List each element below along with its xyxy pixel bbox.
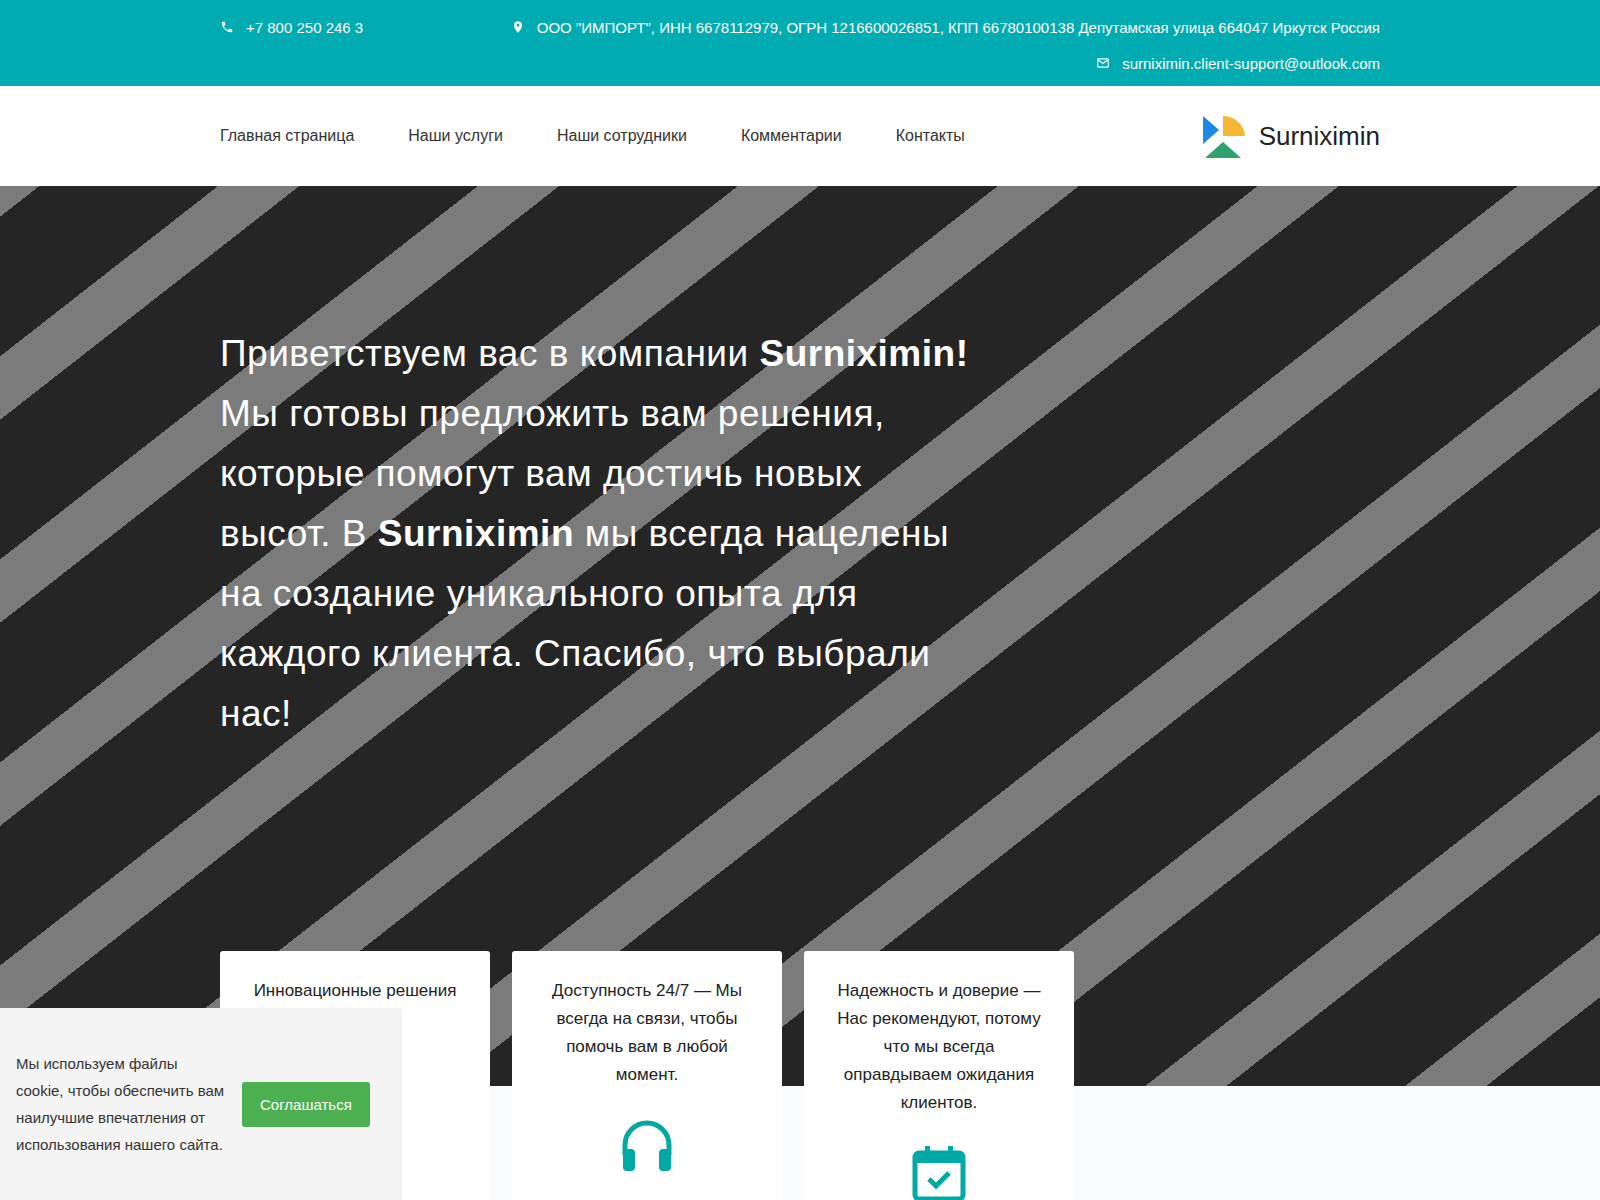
nav-bar: Главная страница Наши услуги Наши сотрудни… (0, 86, 1600, 186)
email[interactable]: surniximin.client-support@outlook.com (1096, 55, 1380, 72)
phone-icon (220, 20, 234, 34)
logo[interactable]: Surniximin (1201, 112, 1380, 160)
cookie-banner: Мы используем файлы cookie, чтобы обеспе… (0, 1008, 402, 1200)
headphones-icon (617, 1115, 677, 1175)
location-icon (511, 20, 525, 34)
hero-title: Приветствуем вас в компании Surniximin! … (220, 186, 970, 744)
nav-link[interactable]: Комментарии (741, 127, 842, 145)
page: +7 800 250 246 3 ООО "ИМПОРТ", ИНН 667811… (0, 0, 1600, 1200)
top-bar: +7 800 250 246 3 ООО "ИМПОРТ", ИНН 667811… (0, 0, 1600, 86)
nav-link[interactable]: Наши услуги (408, 127, 503, 145)
mail-icon (1096, 56, 1110, 70)
nav-link[interactable]: Наши сотрудники (557, 127, 687, 145)
feature-card: Надежность и доверие — Нас рекомендуют, … (804, 951, 1074, 1200)
nav-link[interactable]: Контакты (896, 127, 965, 145)
nav-link[interactable]: Главная страница (220, 127, 354, 145)
logo-icon (1201, 112, 1249, 160)
phone[interactable]: +7 800 250 246 3 (220, 19, 363, 36)
feature-card: Доступность 24/7 — Мы всегда на связи, ч… (512, 951, 782, 1200)
calendar-check-icon (909, 1143, 969, 1200)
accept-button[interactable]: Соглашаться (242, 1082, 370, 1127)
address: ООО "ИМПОРТ", ИНН 6678112979, ОГРН 12166… (511, 19, 1380, 36)
